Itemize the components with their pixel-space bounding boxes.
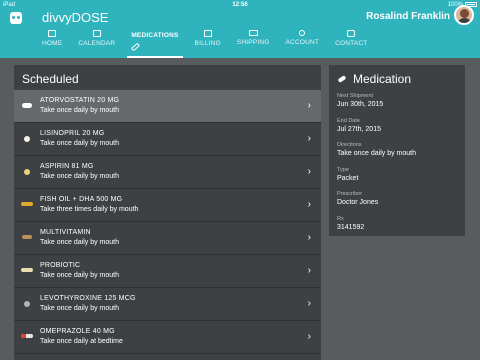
medication-directions: Take once daily by mouth <box>40 140 119 147</box>
split-capsule-pill-icon <box>21 334 33 338</box>
tab-label: ACCOUNT <box>285 39 320 46</box>
medication-directions: Take once daily by mouth <box>40 305 119 312</box>
medication-detail-panel: Medication Next Shipment Jun 30th, 2015 E… <box>329 65 465 236</box>
round-pill-icon <box>24 169 30 175</box>
field-value: Jul 27th, 2015 <box>337 125 381 133</box>
medication-directions: Take once daily by mouth <box>40 107 119 114</box>
credit-card-icon <box>203 30 212 37</box>
pill-icon <box>131 42 141 52</box>
truck-icon <box>248 30 258 36</box>
medication-directions: Take once daily by mouth <box>40 272 119 279</box>
field-type: Type Packet <box>337 167 461 192</box>
detail-fields: Next Shipment Jun 30th, 2015 End Date Jul … <box>337 93 461 240</box>
scheduled-panel: Scheduled ATORVOSTATIN 20 MG Take once d… <box>14 65 321 360</box>
medication-row[interactable]: ASPIRIN 81 MG Take once daily by mouth › <box>14 156 321 189</box>
tab-calendar[interactable]: CALENDAR <box>70 29 123 58</box>
medication-name: FISH OIL + DHA 500 MG <box>40 196 123 203</box>
chevron-right-icon: › <box>307 133 311 144</box>
tab-label: HOME <box>42 40 63 47</box>
field-label: Directions <box>337 142 362 148</box>
tab-label: CALENDAR <box>78 40 116 47</box>
medication-name: LEVOTHYROXINE 125 MCG <box>40 295 136 302</box>
field-label: Type <box>337 166 349 173</box>
tab-billing[interactable]: BILLING <box>187 29 229 58</box>
tab-label: SHIPPING <box>236 39 270 46</box>
field-end-date: End Date Jul 27th, 2015 <box>337 118 461 143</box>
round-pill-icon <box>24 136 30 142</box>
home-icon <box>48 30 57 37</box>
medication-row[interactable]: FISH OIL + DHA 500 MG Take three times d… <box>14 189 321 222</box>
field-next-shipment: Next Shipment Jun 30th, 2015 <box>337 93 461 118</box>
calendar-icon <box>92 30 101 37</box>
chevron-right-icon: › <box>307 166 311 177</box>
scheduled-title: Scheduled <box>22 72 79 86</box>
field-value: Jun 30th, 2015 <box>337 101 384 108</box>
tab-shipping[interactable]: SHIPPING <box>229 29 278 58</box>
chevron-right-icon: › <box>307 265 311 276</box>
clock: 12:56 <box>232 2 248 8</box>
avatar[interactable] <box>454 5 474 25</box>
tab-label: MEDICATIONS <box>131 32 179 39</box>
medication-row[interactable]: PROBIOTIC Take once daily by mouth › <box>14 255 321 288</box>
tab-medications[interactable]: MEDICATIONS <box>123 29 186 58</box>
round-pill-icon <box>24 301 30 307</box>
chevron-right-icon: › <box>307 199 311 210</box>
field-label: Prescriber <box>337 191 363 197</box>
tab-home[interactable]: HOME <box>34 29 70 58</box>
user-name[interactable]: Rosalind Franklin <box>366 10 450 24</box>
person-icon <box>299 30 306 36</box>
medication-directions: Take three times daily by mouth <box>40 206 139 213</box>
medication-directions: Take once daily by mouth <box>40 239 119 246</box>
medication-row[interactable]: LISINOPRIL 20 MG Take once daily by mout… <box>14 123 321 156</box>
medication-directions: Take once daily by mouth <box>40 173 119 180</box>
field-label: Next Shipment <box>337 93 374 99</box>
tablet-pill-icon <box>22 235 32 239</box>
field-rx: Rx 3141592 <box>337 216 461 241</box>
medication-row[interactable]: MULTIVITAMIN Take once daily by mouth › <box>14 222 321 255</box>
app-title: divvyDOSE <box>42 10 109 25</box>
medication-directions: Take once daily at bedtime <box>40 338 123 345</box>
chat-icon <box>347 30 356 37</box>
oval-pill-icon <box>22 103 32 108</box>
medication-row[interactable]: OMEPRAZOLE 40 MG Take once daily at bedt… <box>14 321 321 354</box>
chevron-right-icon: › <box>307 331 311 342</box>
field-value: Packet <box>337 174 359 182</box>
field-prescriber: Prescriber Doctor Jones <box>337 191 461 216</box>
medication-name: MULTIVITAMIN <box>40 229 91 236</box>
tab-label: BILLING <box>194 40 221 47</box>
medication-name: ASPIRIN 81 MG <box>40 163 94 170</box>
field-value: 3141592 <box>337 223 365 231</box>
status-bar: iPad 12:56 100% <box>0 0 480 10</box>
chevron-right-icon: › <box>307 232 311 243</box>
chevron-right-icon: › <box>307 298 311 309</box>
field-value: Doctor Jones <box>337 199 379 206</box>
medication-name: PROBIOTIC <box>40 262 81 269</box>
detail-title: Medication <box>353 72 412 86</box>
field-label: Rx <box>337 215 344 222</box>
tab-contact[interactable]: CONTACT <box>327 29 375 58</box>
capsule-pill-icon <box>21 268 33 272</box>
app-logo-icon[interactable] <box>10 12 22 24</box>
app-header: divvyDOSE Rosalind Franklin HOME CALENDA… <box>0 5 480 58</box>
field-directions: Directions Take once daily by mouth <box>337 142 461 167</box>
medication-name: OMEPRAZOLE 40 MG <box>40 328 115 335</box>
tab-account[interactable]: ACCOUNT <box>278 29 328 58</box>
medication-row[interactable]: LEVOTHYROXINE 125 MCG Take once daily by… <box>14 288 321 321</box>
field-value: Take once daily by mouth <box>337 150 416 157</box>
medication-name: LISINOPRIL 20 MG <box>40 130 105 137</box>
field-label: End Date <box>337 117 360 124</box>
main-nav: HOME CALENDAR MEDICATIONS BILLING SHIPPI… <box>34 29 375 58</box>
tab-label: CONTACT <box>335 40 368 47</box>
pill-icon <box>337 75 347 83</box>
medication-list: ATORVOSTATIN 20 MG Take once daily by mo… <box>14 90 321 354</box>
capsule-pill-icon <box>21 202 33 206</box>
medication-name: ATORVOSTATIN 20 MG <box>40 97 120 104</box>
chevron-right-icon: › <box>307 100 311 111</box>
medication-row[interactable]: ATORVOSTATIN 20 MG Take once daily by mo… <box>14 90 321 123</box>
